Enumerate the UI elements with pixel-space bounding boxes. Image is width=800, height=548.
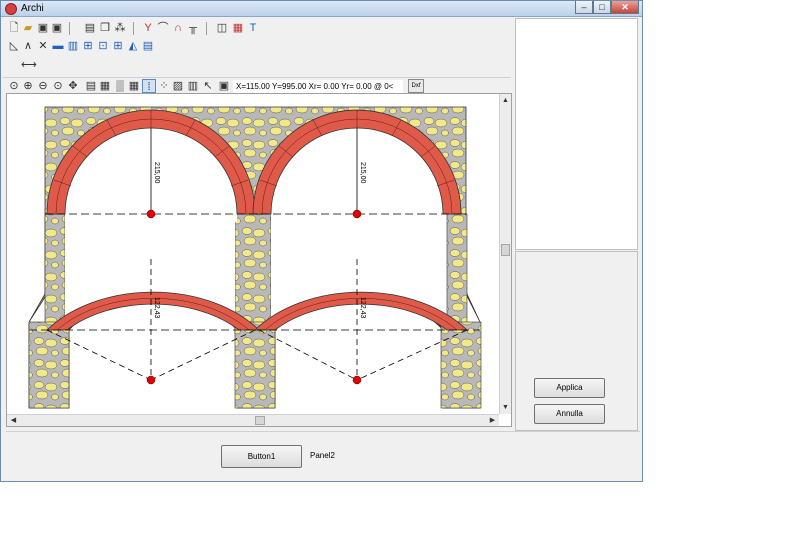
toolbar-file: 🗋 ▰ ▣ ▣ ▤ ❐ ⁂ Y ⌒ ∩ ╥ ◫ ▦ T [3, 20, 511, 38]
upper-right-center-point [352, 209, 362, 219]
arch-drawing: 215,00 215,00 122,43 122,43 [28, 106, 482, 409]
upper-left-center-point [146, 209, 156, 219]
arch-icon[interactable]: ⌒ [156, 21, 170, 35]
dxf-button[interactable]: Dxf [408, 79, 424, 93]
save-icon[interactable]: ▣ [36, 21, 50, 35]
grid-options-icon[interactable]: ⁂ [113, 21, 127, 35]
measure-icon[interactable]: ▬ [51, 39, 65, 53]
toolbar-separator [69, 22, 70, 35]
toolbar-view: ⊙ ⊕ ⊖ ⊙ ✥ ▤ ▦ ▒ ▦ ⁞ ⁘ ▨ ▥ ↖ ▣ X=115.00 Y… [3, 77, 511, 104]
minimize-button[interactable]: – [575, 1, 593, 14]
vertical-scroll-thumb[interactable] [501, 244, 510, 256]
apply-button[interactable]: Applica [534, 378, 605, 398]
camera-icon[interactable]: ▣ [217, 79, 231, 93]
text-tool-icon[interactable]: T [246, 21, 260, 35]
panel2-label: Panel2 [310, 451, 335, 460]
save-as-icon[interactable]: ▣ [50, 21, 64, 35]
pan-icon[interactable]: ✥ [66, 79, 80, 93]
red-arch-icon[interactable]: ∩ [171, 21, 185, 35]
lower-right-center-point [352, 375, 362, 385]
horizontal-scroll-thumb[interactable] [255, 416, 265, 425]
print-icon[interactable]: ▤ [84, 79, 98, 93]
scroll-up-icon[interactable]: ▲ [500, 95, 511, 106]
open-folder-icon[interactable]: ▰ [21, 21, 35, 35]
button1[interactable]: Button1 [221, 445, 302, 468]
pointer-icon[interactable]: ↖ [201, 79, 215, 93]
lower-left-dimension-label: 122,43 [153, 297, 160, 319]
right-pier [446, 213, 468, 325]
app-icon [5, 3, 17, 15]
hatch-icon[interactable]: ▒ [113, 79, 127, 93]
scroll-down-icon[interactable]: ▼ [500, 402, 511, 413]
chart-icon[interactable]: ▥ [186, 79, 200, 93]
bottom-panel: Button1 Panel2 [6, 431, 640, 479]
scroll-right-icon[interactable]: ▶ [487, 415, 498, 426]
mirror-icon[interactable]: ◭ [126, 39, 140, 53]
lower-left-center-point [146, 375, 156, 385]
lower-right-pier [440, 321, 482, 409]
snap-icon[interactable]: ⊡ [96, 39, 110, 53]
grid-small-icon[interactable]: ▦ [127, 79, 141, 93]
cancel-button[interactable]: Annulla [534, 404, 605, 424]
close-button[interactable]: ✕ [611, 1, 639, 14]
column-icon[interactable]: Y [141, 21, 155, 35]
points-icon[interactable]: ⁘ [157, 79, 171, 93]
right-panel-top [515, 18, 638, 250]
new-file-icon[interactable]: 🗋 [7, 21, 21, 35]
upper-right-dimension-label: 215,00 [359, 162, 366, 184]
zoom-in-icon[interactable]: ⊕ [21, 79, 35, 93]
drawing-canvas[interactable]: 215,00 215,00 122,43 122,43 ▲ ▼ ◀ ▶ [6, 93, 512, 427]
zoom-window-icon[interactable]: ⊙ [51, 79, 65, 93]
horizontal-scrollbar[interactable]: ◀ ▶ [7, 414, 499, 426]
move-icon[interactable]: ∧ [21, 39, 35, 53]
truss-icon[interactable]: ╥ [186, 21, 200, 35]
window-title: Archi [21, 3, 44, 14]
table-icon[interactable]: ▦ [231, 21, 245, 35]
right-panel-bottom: Applica Annulla [515, 251, 638, 431]
toolbar-dimension: ⟷ [3, 57, 511, 75]
color-icon[interactable]: ▦ [98, 79, 112, 93]
vertical-scrollbar[interactable]: ▲ ▼ [499, 94, 511, 414]
grid-icon[interactable]: ⊞ [111, 39, 125, 53]
image-icon[interactable]: ▨ [171, 79, 185, 93]
grid-large-icon[interactable]: ⁞ [142, 79, 156, 93]
main-window: Archi – □ ✕ 🗋 ▰ ▣ ▣ ▤ ❐ ⁂ Y ⌒ ∩ ╥ ◫ ▦ T … [0, 0, 643, 482]
zoom-fit-icon[interactable]: ⊙ [7, 79, 21, 93]
title-bar[interactable]: Archi – □ ✕ [1, 1, 642, 17]
print-setup-icon[interactable]: ▤ [83, 21, 97, 35]
copy-icon[interactable]: ❐ [98, 21, 112, 35]
lower-right-dimension-label: 122,43 [359, 297, 366, 319]
dimension-icon[interactable]: ▥ [66, 39, 80, 53]
lower-left-pier [28, 321, 70, 409]
dimension-line-icon[interactable]: ⟷ [21, 58, 37, 72]
left-pier [44, 213, 66, 325]
edit-icon[interactable]: ◺ [7, 39, 21, 53]
toolbar-separator [206, 22, 207, 35]
delete-icon[interactable]: ✕ [36, 39, 50, 53]
scroll-left-icon[interactable]: ◀ [8, 415, 19, 426]
align-icon[interactable]: ⊞ [81, 39, 95, 53]
toolbar-separator [133, 22, 134, 35]
upper-left-dimension-label: 215,00 [153, 162, 160, 184]
toolbar-edit: ◺ ∧ ✕ ▬ ▥ ⊞ ⊡ ⊞ ◭ ▤ [3, 38, 511, 56]
zoom-out-icon[interactable]: ⊖ [36, 79, 50, 93]
properties-icon[interactable]: ▤ [141, 39, 155, 53]
coordinates-readout: X=115.00 Y=995.00 Xr= 0.00 Yr= 0.00 @ 0<… [233, 80, 403, 104]
maximize-button[interactable]: □ [593, 1, 611, 14]
layers-icon[interactable]: ◫ [215, 21, 229, 35]
